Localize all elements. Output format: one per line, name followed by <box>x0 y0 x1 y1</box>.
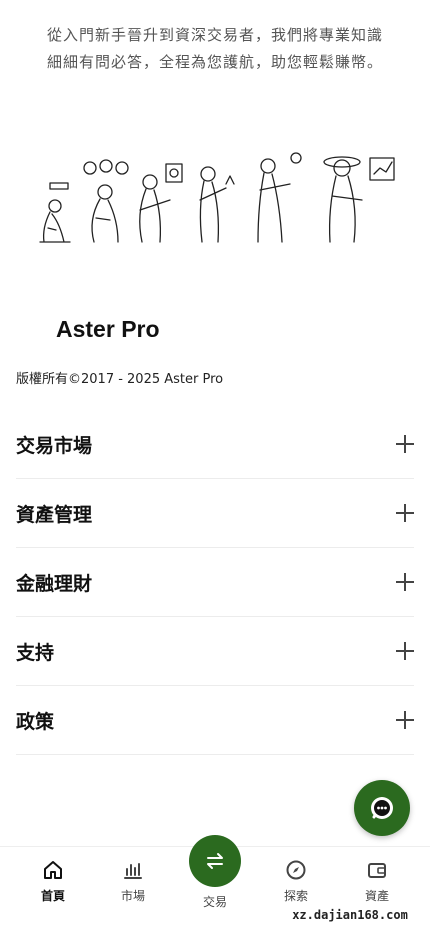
plus-icon[interactable] <box>396 504 414 522</box>
intro-text: 從入門新手晉升到資深交易者，我們將專業知識細細有問必答，全程為您護航，助您輕鬆賺… <box>46 26 383 71</box>
accordion-policy[interactable]: 政策 <box>16 686 414 755</box>
accordion-asset-management[interactable]: 資產管理 <box>16 479 414 548</box>
evolution-illustration <box>39 152 395 243</box>
accordion-label: 政策 <box>16 710 55 733</box>
accordion-finance[interactable]: 金融理財 <box>16 548 414 617</box>
chat-support-button[interactable] <box>354 780 410 836</box>
accordion-label: 支持 <box>16 641 55 664</box>
nav-explore[interactable]: 探索 <box>266 859 326 904</box>
nav-market-label: 市場 <box>120 889 145 903</box>
footer-accordion: 交易市場 資產管理 金融理財 支持 政策 <box>16 410 414 755</box>
nav-market[interactable]: 市場 <box>103 859 163 904</box>
home-icon <box>44 861 62 879</box>
brand-name: Aster Pro <box>56 316 160 342</box>
nav-home[interactable]: 首頁 <box>23 859 83 904</box>
compass-icon <box>286 860 306 880</box>
trade-button[interactable] <box>189 835 241 887</box>
nav-assets[interactable]: 資產 <box>347 859 407 904</box>
swap-arrows-icon <box>207 853 223 869</box>
wallet-icon <box>368 863 386 878</box>
accordion-trading-market[interactable]: 交易市場 <box>16 410 414 479</box>
accordion-label: 交易市場 <box>16 434 93 457</box>
nav-assets-label: 資產 <box>364 889 389 903</box>
plus-icon[interactable] <box>396 435 414 453</box>
watermark-text: xz.dajian168.com <box>276 904 424 926</box>
accordion-support[interactable]: 支持 <box>16 617 414 686</box>
nav-trade-label: 交易 <box>202 895 227 909</box>
nav-home-label: 首頁 <box>40 889 65 903</box>
accordion-label: 金融理財 <box>16 572 93 595</box>
plus-icon[interactable] <box>396 642 414 660</box>
nav-explore-label: 探索 <box>283 889 308 903</box>
plus-icon[interactable] <box>396 711 414 729</box>
copyright-text: 版權所有©2017 - 2025 Aster Pro <box>16 372 224 387</box>
chat-bubble-icon <box>371 797 393 819</box>
market-chart-icon <box>124 863 142 879</box>
plus-icon[interactable] <box>396 573 414 591</box>
accordion-label: 資產管理 <box>16 503 93 526</box>
